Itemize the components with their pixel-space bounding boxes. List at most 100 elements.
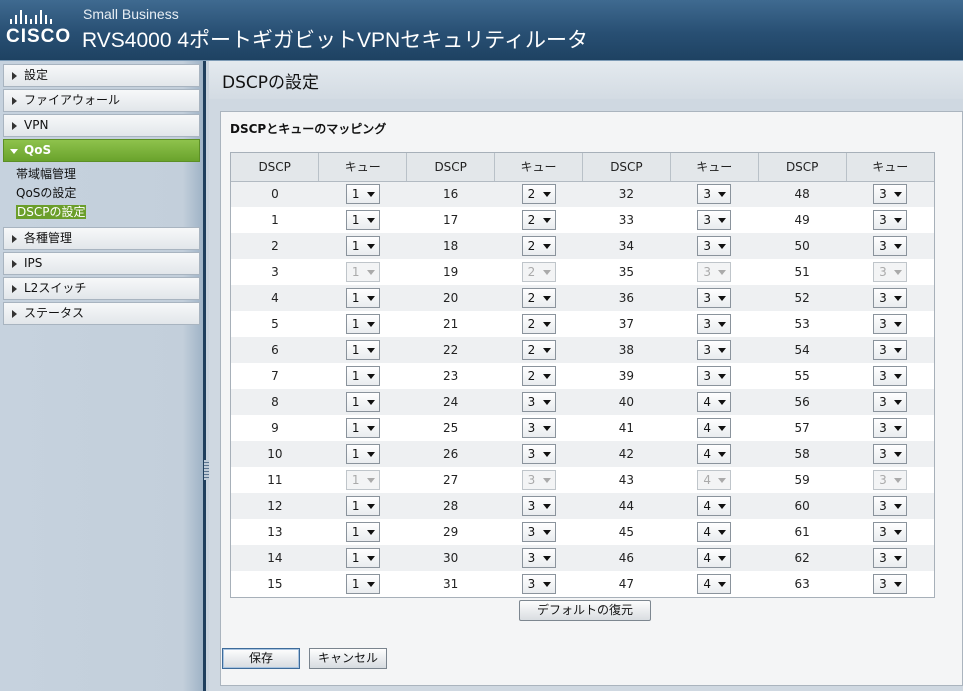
queue-select[interactable]: 2 [521,314,556,334]
queue-select[interactable]: 3 [521,418,556,438]
queue-select[interactable]: 2 [521,340,556,360]
queue-select-value: 3 [879,447,887,461]
queue-select[interactable]: 1 [345,548,380,568]
save-button[interactable]: 保存 [222,648,300,669]
queue-select[interactable]: 3 [521,548,556,568]
dropdown-caret-icon [366,426,375,431]
queue-select[interactable]: 3 [873,418,908,438]
queue-select[interactable]: 3 [873,340,908,360]
queue-select[interactable]: 1 [345,444,380,464]
queue-select[interactable]: 2 [521,288,556,308]
dropdown-caret-icon [366,504,375,509]
restore-defaults-button[interactable]: デフォルトの復元 [519,600,651,621]
queue-select[interactable]: 3 [873,288,908,308]
dscp-value: 49 [758,207,847,233]
sidebar-item-ips[interactable]: IPS [3,252,200,275]
queue-select[interactable]: 1 [345,184,380,205]
dscp-value: 37 [582,311,671,337]
queue-select[interactable]: 3 [697,288,732,308]
queue-select-value: 1 [351,213,360,227]
queue-select[interactable]: 3 [873,210,908,230]
queue-select: 1 [345,470,380,490]
queue-select[interactable]: 3 [521,496,556,516]
queue-select[interactable]: 3 [521,574,556,594]
queue-select[interactable]: 3 [873,574,908,594]
queue-select[interactable]: 3 [873,444,908,464]
queue-select-value: 3 [703,291,711,305]
queue-select[interactable]: 3 [697,184,732,205]
queue-select[interactable]: 2 [521,184,556,205]
queue-select[interactable]: 4 [697,548,732,568]
queue-select[interactable]: 3 [697,340,732,360]
queue-select[interactable]: 4 [697,444,732,464]
column-header-dscp: DSCP [406,153,496,182]
queue-select-value: 3 [527,421,536,435]
sidebar-item-firewall[interactable]: ファイアウォール [3,89,200,112]
queue-select[interactable]: 3 [873,184,908,205]
queue-select[interactable]: 3 [873,366,908,386]
queue-select[interactable]: 1 [345,418,380,438]
subnav-item-qos-settings[interactable]: QoSの設定 [16,184,203,203]
queue-select[interactable]: 1 [345,392,380,412]
queue-select[interactable]: 1 [345,340,380,360]
queue-select[interactable]: 3 [873,392,908,412]
queue-cell: 2 [494,363,583,389]
queue-cell: 4 [670,415,759,441]
sidebar-item-setup[interactable]: 設定 [3,64,200,87]
dscp-value: 33 [582,207,671,233]
sidebar-item-label: QoS [24,143,52,157]
queue-select[interactable]: 1 [345,314,380,334]
queue-select-value: 3 [879,395,887,409]
cancel-button[interactable]: キャンセル [309,648,387,669]
dscp-value: 46 [582,545,671,571]
queue-select[interactable]: 3 [873,496,908,516]
queue-cell: 1 [318,571,407,597]
sidebar: 設定 ファイアウォール VPN QoS 帯域幅管理 QoSの設定 DSCPの設定… [0,61,206,691]
queue-select[interactable]: 3 [873,548,908,568]
queue-select[interactable]: 3 [521,444,556,464]
queue-select[interactable]: 3 [697,210,732,230]
queue-select[interactable]: 1 [345,366,380,386]
queue-select[interactable]: 2 [521,210,556,230]
queue-select[interactable]: 1 [345,574,380,594]
sidebar-item-vpn[interactable]: VPN [3,114,200,137]
subnav-item-bandwidth[interactable]: 帯域幅管理 [16,165,203,184]
queue-select[interactable]: 2 [521,236,556,256]
dropdown-caret-icon [366,478,375,483]
queue-select[interactable]: 4 [697,522,732,542]
queue-select[interactable]: 4 [697,574,732,594]
app-header: CISCO Small Business RVS4000 4ポートギガビットVP… [0,0,963,61]
queue-select[interactable]: 1 [345,288,380,308]
main-content: DSCPの設定 DSCPとキューのマッピング DSCP キュー DSCP キュー… [209,61,963,691]
queue-select[interactable]: 3 [697,314,732,334]
sidebar-item-l2-switch[interactable]: L2スイッチ [3,277,200,300]
column-header-queue: キュー [846,153,934,182]
queue-select[interactable]: 4 [697,392,732,412]
subnav-item-dscp-settings[interactable]: DSCPの設定 [16,203,203,222]
queue-select[interactable]: 3 [873,522,908,542]
queue-select-value: 3 [703,213,711,227]
queue-select[interactable]: 3 [697,236,732,256]
sidebar-item-qos[interactable]: QoS [3,139,200,162]
queue-select[interactable]: 3 [521,522,556,542]
queue-select[interactable]: 4 [697,496,732,516]
dropdown-caret-icon [718,192,727,198]
dscp-value: 54 [758,337,847,363]
queue-select[interactable]: 1 [345,522,380,542]
sidebar-item-administration[interactable]: 各種管理 [3,227,200,250]
dropdown-caret-icon [542,270,551,275]
queue-select[interactable]: 1 [345,210,380,230]
queue-select[interactable]: 4 [697,418,732,438]
queue-select-value: 3 [703,265,711,279]
queue-select[interactable]: 1 [345,236,380,256]
queue-select[interactable]: 1 [345,496,380,516]
queue-select[interactable]: 3 [873,314,908,334]
queue-select[interactable]: 3 [697,366,732,386]
queue-select[interactable]: 2 [521,366,556,386]
queue-select[interactable]: 3 [873,236,908,256]
dscp-value: 43 [582,467,671,493]
queue-cell: 3 [494,415,583,441]
sidebar-item-status[interactable]: ステータス [3,302,200,325]
queue-select[interactable]: 3 [521,392,556,412]
dscp-value: 3 [231,259,319,285]
